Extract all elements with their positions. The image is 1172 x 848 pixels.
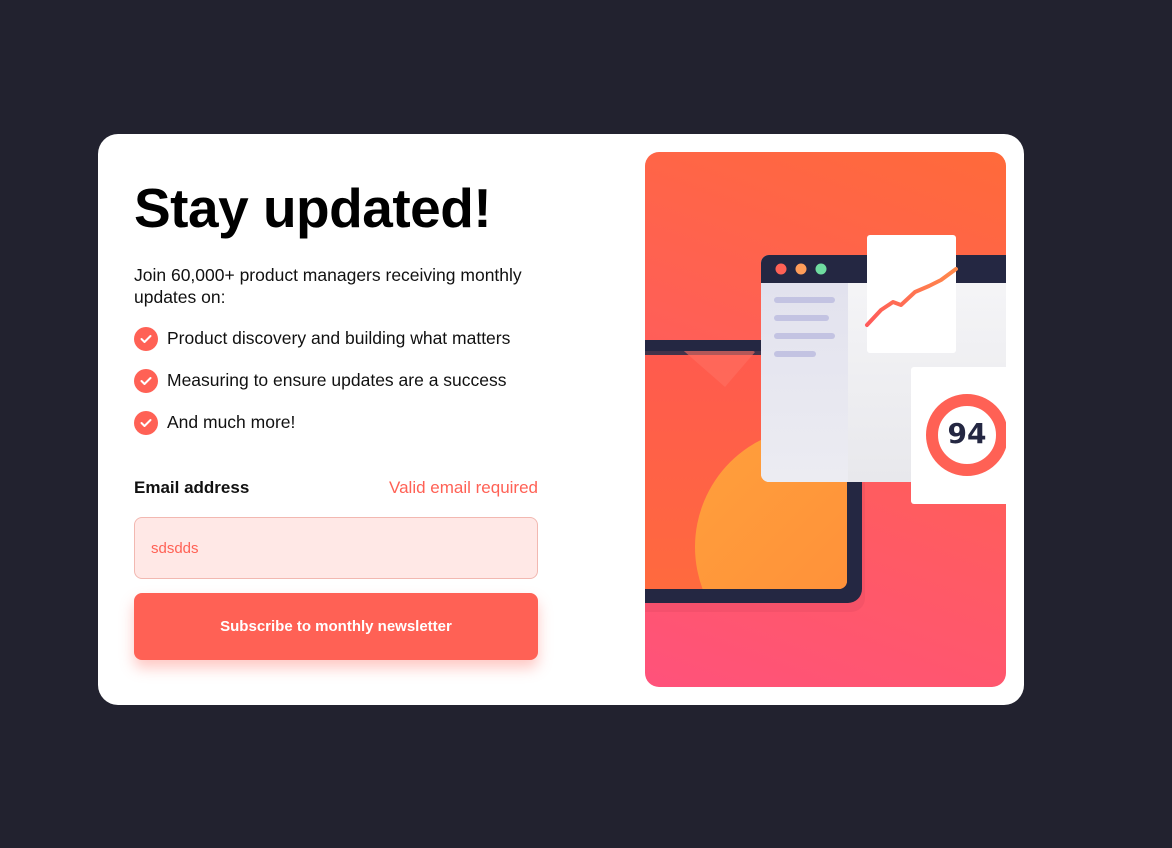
intro-text: Join 60,000+ product managers receiving … [134, 265, 522, 307]
score-value: 94 [947, 417, 987, 450]
page-title: Stay updated! [134, 177, 492, 239]
window-maximize-dot [815, 263, 827, 275]
sidebar-line [774, 351, 816, 357]
list-item: And much more! [134, 410, 510, 452]
sidebar-line [774, 333, 835, 339]
feature-list: Product discovery and building what matt… [134, 326, 510, 452]
sidebar-line [774, 297, 835, 303]
window-minimize-dot [795, 263, 807, 275]
check-icon [134, 327, 158, 351]
email-label-row: Email address Valid email required [134, 477, 538, 499]
subscribe-button[interactable]: Subscribe to monthly newsletter [134, 593, 538, 660]
sidebar-line [774, 315, 829, 321]
window-close-dot [775, 263, 787, 275]
hero-illustration: 94 [645, 152, 1006, 687]
list-item: Measuring to ensure updates are a succes… [134, 368, 510, 410]
email-field[interactable] [134, 517, 538, 579]
signup-card: Stay updated! Join 60,000+ product manag… [98, 134, 1024, 705]
email-error-message: Valid email required [389, 478, 538, 497]
browser-sidebar [761, 283, 848, 482]
list-item: Product discovery and building what matt… [134, 326, 510, 368]
check-icon [134, 369, 158, 393]
feature-text: And much more! [167, 412, 296, 432]
feature-text: Product discovery and building what matt… [167, 328, 511, 348]
email-label: Email address [134, 478, 250, 497]
feature-text: Measuring to ensure updates are a succes… [167, 370, 507, 390]
check-icon [134, 411, 158, 435]
